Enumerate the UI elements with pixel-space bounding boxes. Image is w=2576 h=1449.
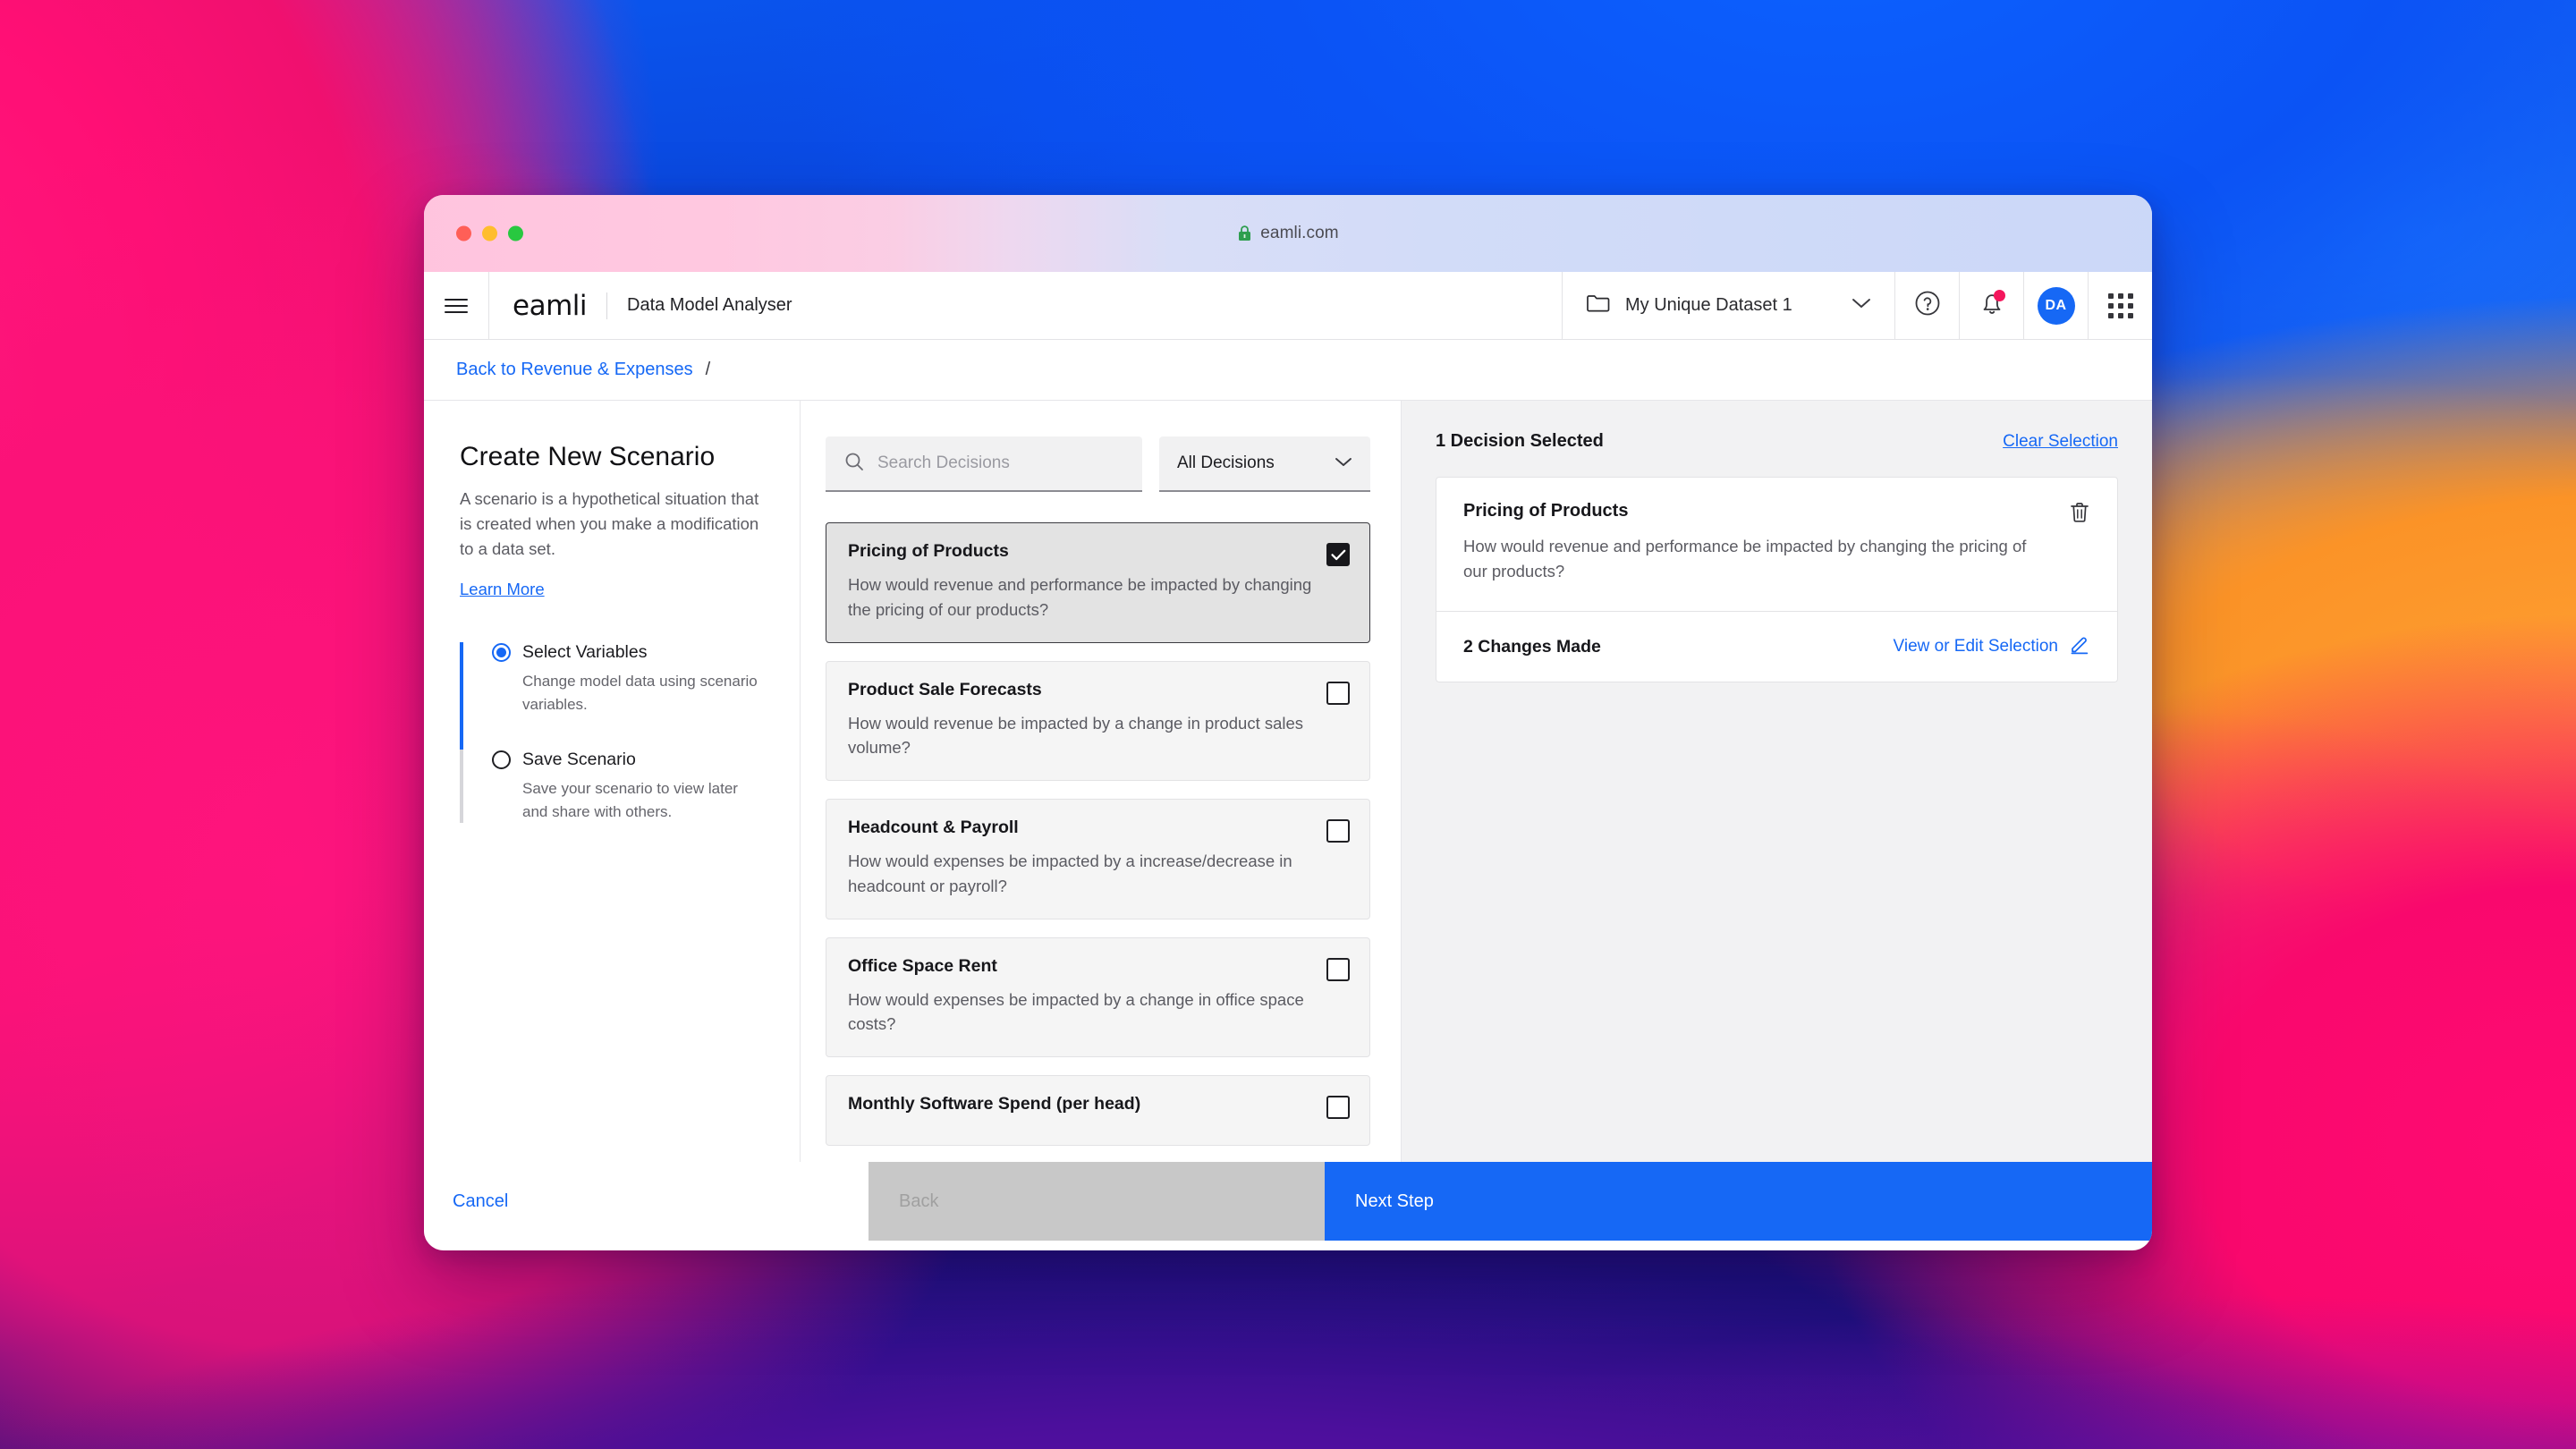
step-rail-idle <box>460 750 463 823</box>
help-button[interactable] <box>1894 272 1959 339</box>
trash-icon[interactable] <box>2069 501 2090 584</box>
breadcrumb-separator: / <box>706 360 711 380</box>
apps-launcher-button[interactable] <box>2088 272 2152 339</box>
lock-icon <box>1237 225 1252 242</box>
brand-area: eamli Data Model Analyser <box>488 272 1562 339</box>
step-rail-gap <box>460 716 764 750</box>
decision-title: Monthly Software Spend (per head) <box>848 1094 1312 1114</box>
decision-title: Headcount & Payroll <box>848 818 1312 838</box>
next-step-button-label: Next Step <box>1355 1191 1434 1212</box>
decision-card-product-sale-forecasts[interactable]: Product Sale Forecasts How would revenue… <box>826 661 1370 782</box>
decisions-filter-select[interactable]: All Decisions <box>1159 436 1370 492</box>
decision-checkbox[interactable] <box>1326 682 1350 705</box>
decision-card-headcount-payroll[interactable]: Headcount & Payroll How would expenses b… <box>826 799 1370 919</box>
user-avatar-button[interactable]: DA <box>2023 272 2088 339</box>
step-radio-save-scenario[interactable] <box>492 750 511 769</box>
decision-checkbox[interactable] <box>1326 958 1350 981</box>
browser-window: eamli.com eamli Data Model Analyser My U… <box>424 195 2152 1250</box>
search-input[interactable] <box>877 453 1124 473</box>
dataset-selector[interactable]: My Unique Dataset 1 <box>1562 272 1894 339</box>
decisions-filters: All Decisions <box>826 436 1370 492</box>
address-bar[interactable]: eamli.com <box>424 224 2152 243</box>
step-select-variables[interactable]: Select Variables Change model data using… <box>460 642 764 716</box>
decision-description: How would expenses be impacted by a incr… <box>848 849 1312 899</box>
selected-decision-title: Pricing of Products <box>1463 501 2051 521</box>
window-traffic-lights <box>456 226 523 242</box>
decision-checkbox[interactable] <box>1326 819 1350 843</box>
left-panel: Create New Scenario A scenario is a hypo… <box>424 401 801 1162</box>
page-description: A scenario is a hypothetical situation t… <box>460 487 764 562</box>
help-circle-icon <box>1913 289 1942 322</box>
app-header: eamli Data Model Analyser My Unique Data… <box>424 272 2152 340</box>
pencil-icon <box>2069 633 2090 660</box>
decision-checkbox[interactable] <box>1326 1096 1350 1119</box>
step-description-save-scenario: Save your scenario to view later and sha… <box>522 777 764 823</box>
brand-logo[interactable]: eamli <box>513 290 587 322</box>
step-save-scenario[interactable]: Save Scenario Save your scenario to view… <box>460 750 764 823</box>
step-description-select-variables: Change model data using scenario variabl… <box>522 670 764 716</box>
selected-decision-description: How would revenue and performance be imp… <box>1463 534 2051 584</box>
cancel-button-label: Cancel <box>453 1191 508 1212</box>
hamburger-menu-button[interactable] <box>424 272 488 339</box>
brand-divider <box>606 292 607 319</box>
step-label-save-scenario: Save Scenario <box>522 750 636 770</box>
page-title: Create New Scenario <box>460 442 764 472</box>
changes-made-label: 2 Changes Made <box>1463 637 1601 657</box>
search-decisions-box[interactable] <box>826 436 1142 492</box>
minimize-window-button[interactable] <box>482 226 497 242</box>
apps-grid-icon <box>2108 293 2133 318</box>
selection-panel-header: 1 Decision Selected Clear Selection <box>1436 431 2118 452</box>
decision-description: How would revenue be impacted by a chang… <box>848 711 1312 761</box>
back-button[interactable]: Back <box>869 1162 1325 1241</box>
wizard-footer: Cancel Back Next Step <box>424 1162 2152 1241</box>
hamburger-icon <box>445 299 468 313</box>
view-or-edit-selection-label: View or Edit Selection <box>1894 637 2058 657</box>
decisions-filter-value: All Decisions <box>1177 453 1275 473</box>
folder-icon <box>1586 292 1611 318</box>
decision-card-office-space-rent[interactable]: Office Space Rent How would expenses be … <box>826 937 1370 1058</box>
decision-description: How would revenue and performance be imp… <box>848 572 1312 623</box>
clear-selection-link[interactable]: Clear Selection <box>2003 432 2118 452</box>
decision-card-list[interactable]: Pricing of Products How would revenue an… <box>826 522 1370 1162</box>
decision-title: Product Sale Forecasts <box>848 680 1312 700</box>
maximize-window-button[interactable] <box>508 226 523 242</box>
decision-title: Pricing of Products <box>848 541 1312 562</box>
url-text: eamli.com <box>1260 224 1338 243</box>
chevron-down-icon <box>1335 453 1352 473</box>
selected-count-label: 1 Decision Selected <box>1436 431 1604 452</box>
decision-checkbox[interactable] <box>1326 543 1350 566</box>
step-radio-select-variables[interactable] <box>492 643 511 662</box>
notifications-button[interactable] <box>1959 272 2023 339</box>
decisions-panel: All Decisions Pricing of Products How wo… <box>801 401 1402 1162</box>
back-button-label: Back <box>899 1191 938 1212</box>
learn-more-link[interactable]: Learn More <box>460 580 545 599</box>
dataset-name: My Unique Dataset 1 <box>1625 295 1837 316</box>
decision-title: Office Space Rent <box>848 956 1312 977</box>
avatar: DA <box>2038 287 2075 325</box>
close-window-button[interactable] <box>456 226 471 242</box>
breadcrumb-back-link[interactable]: Back to Revenue & Expenses <box>456 360 693 380</box>
next-step-button[interactable]: Next Step <box>1325 1162 2152 1241</box>
cancel-button[interactable]: Cancel <box>424 1162 869 1241</box>
selected-decision-card: Pricing of Products How would revenue an… <box>1436 477 2118 682</box>
selection-panel: 1 Decision Selected Clear Selection Pric… <box>1402 401 2152 1162</box>
app-name: Data Model Analyser <box>627 295 792 316</box>
chevron-down-icon <box>1852 297 1871 314</box>
desktop-wallpaper: eamli.com eamli Data Model Analyser My U… <box>0 0 2576 1449</box>
step-label-select-variables: Select Variables <box>522 642 647 663</box>
main-body: Create New Scenario A scenario is a hypo… <box>424 401 2152 1162</box>
view-or-edit-selection-link[interactable]: View or Edit Selection <box>1894 633 2090 660</box>
breadcrumb: Back to Revenue & Expenses / <box>424 340 2152 401</box>
decision-description: How would expenses be impacted by a chan… <box>848 987 1312 1038</box>
wizard-stepper: Select Variables Change model data using… <box>460 642 764 823</box>
search-icon <box>843 451 865 477</box>
step-rail-active <box>460 642 463 716</box>
decision-card-pricing-of-products[interactable]: Pricing of Products How would revenue an… <box>826 522 1370 643</box>
browser-titlebar: eamli.com <box>424 195 2152 272</box>
decision-card-monthly-software-spend[interactable]: Monthly Software Spend (per head) <box>826 1075 1370 1146</box>
notification-badge-dot <box>1994 290 2005 301</box>
